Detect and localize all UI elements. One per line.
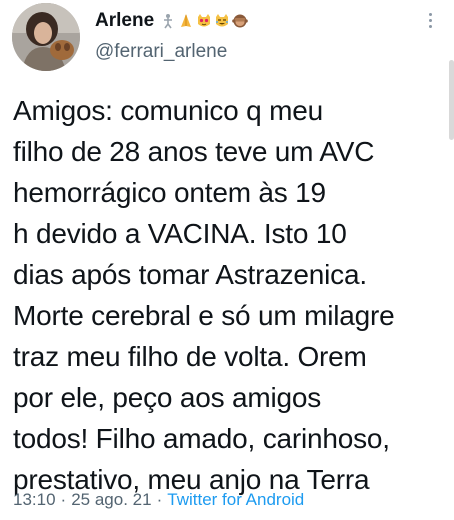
meta-separator: · xyxy=(156,490,163,509)
scrollbar[interactable] xyxy=(449,60,454,140)
avatar[interactable] xyxy=(12,3,80,71)
tweet-text-line: Amigos: comunico q meu xyxy=(13,95,323,126)
person-icon xyxy=(164,14,173,29)
tweet-text-line: todos! Filho amado, carinhoso, xyxy=(13,423,390,454)
display-name[interactable]: Arlene xyxy=(95,10,154,32)
praying-hands-icon xyxy=(181,14,192,27)
name-emojis xyxy=(160,13,248,29)
tweet-text-line: traz meu filho de volta. Orem xyxy=(13,341,367,372)
avatar-photo xyxy=(12,3,80,71)
author-handle[interactable]: @ferrari_arlene xyxy=(95,41,227,63)
tweet-text-line: dias após tomar Astrazenica. xyxy=(13,259,367,290)
tweet-text-line: h devido a VACINA. Isto 10 xyxy=(13,218,347,249)
tweet-text-line: Morte cerebral e só um milagre xyxy=(13,300,395,331)
tweet-card: Arlene @ferrari_arlene Amigos: comunico … xyxy=(0,0,454,520)
author-name-row[interactable]: Arlene xyxy=(95,10,248,32)
tweet-text-line: filho de 28 anos teve um AVC xyxy=(13,136,375,167)
see-no-evil-monkey-icon xyxy=(232,14,248,28)
tweet-text: Amigos: comunico q meu filho de 28 anos … xyxy=(13,90,449,500)
more-options-icon[interactable] xyxy=(421,9,439,31)
meta-separator: · xyxy=(60,490,67,509)
tweet-metadata: 13:10 · 25 ago. 21 · Twitter for Android xyxy=(13,490,304,510)
tweet-text-line: por ele, peço aos amigos xyxy=(13,382,322,413)
tweet-text-line: hemorrágico ontem às 19 xyxy=(13,177,326,208)
tweet-source-link[interactable]: Twitter for Android xyxy=(167,490,304,510)
tweet-time[interactable]: 13:10 xyxy=(13,490,56,510)
cat-heart-eyes-icon xyxy=(198,14,211,27)
cat-laughing-icon xyxy=(216,14,229,27)
tweet-date[interactable]: 25 ago. 21 xyxy=(71,490,151,510)
